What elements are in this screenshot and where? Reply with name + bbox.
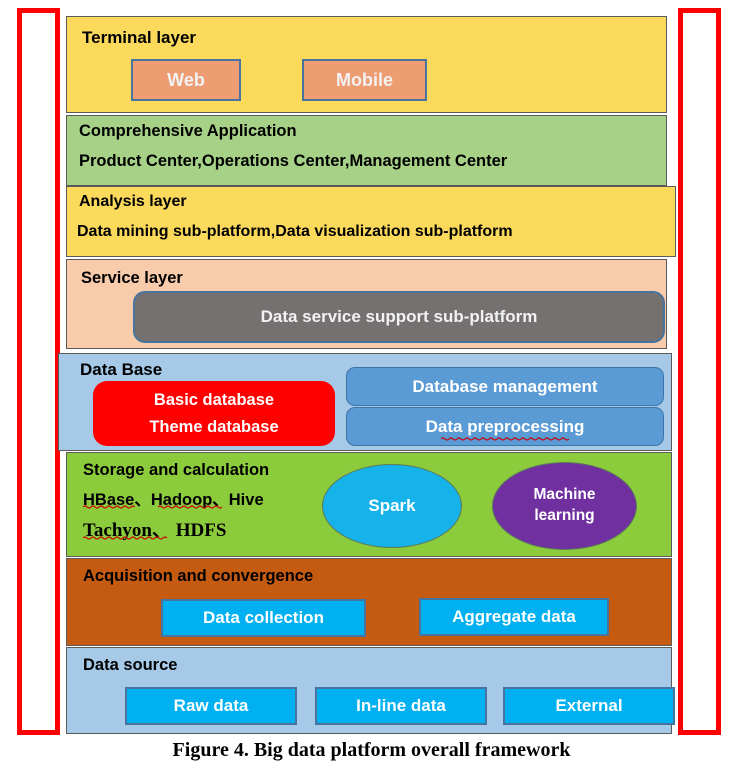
node-database-management[interactable]: Database management [346, 367, 664, 406]
storage-tech-line-1: HBase、Hadoop、Hive [83, 486, 264, 510]
spellcheck-squiggle-icon [83, 505, 135, 509]
node-basic-database-label: Basic database [153, 390, 275, 409]
node-basic-theme-database[interactable]: Basic database Theme database [93, 381, 335, 446]
layer-acquisition-title: Acquisition and convergence [83, 567, 314, 585]
spellcheck-squiggle-icon [441, 437, 569, 441]
spellcheck-squiggle-icon [158, 505, 223, 509]
left-highlight-rectangle [17, 8, 60, 735]
layer-terminal: Terminal layer Web Mobile [66, 16, 667, 113]
layer-storage-title: Storage and calculation [83, 461, 270, 479]
node-data-preprocessing-label: Data preprocessing [425, 416, 585, 436]
layer-service: Service layer Data service support sub-p… [66, 259, 667, 349]
node-spark[interactable]: Spark [322, 464, 462, 548]
node-machine-learning-label-line2: learning [534, 507, 595, 524]
node-machine-learning[interactable]: Machine learning [492, 462, 637, 550]
layer-comprehensive-subtitle: Product Center,Operations Center,Managem… [79, 152, 508, 170]
node-data-preprocessing[interactable]: Data preprocessing [346, 407, 664, 446]
node-in-line-data[interactable]: In-line data [315, 687, 487, 725]
node-raw-data[interactable]: Raw data [125, 687, 297, 725]
layer-analysis-subtitle: Data mining sub-platform,Data visualizat… [77, 223, 513, 240]
node-external[interactable]: External [503, 687, 675, 725]
node-machine-learning-label-line1: Machine [533, 486, 596, 504]
node-theme-database-label: Theme database [149, 417, 279, 436]
spellcheck-squiggle-icon [83, 536, 168, 540]
node-data-service-support-sub-platform[interactable]: Data service support sub-platform [133, 291, 665, 343]
node-web[interactable]: Web [131, 59, 241, 101]
layer-storage-and-calculation: Storage and calculation HBase、Hadoop、Hiv… [66, 452, 672, 557]
layer-data-base: Data Base Basic database Theme database … [58, 353, 672, 451]
layer-analysis: Analysis layer Data mining sub-platform,… [66, 186, 676, 257]
node-data-collection[interactable]: Data collection [161, 599, 366, 637]
layer-analysis-title: Analysis layer [79, 193, 187, 210]
node-mobile[interactable]: Mobile [302, 59, 427, 101]
layer-comprehensive-application: Comprehensive Application Product Center… [66, 115, 667, 186]
layer-service-title: Service layer [81, 269, 183, 287]
big-data-platform-framework-figure: Terminal layer Web Mobile Comprehensive … [0, 0, 743, 775]
layer-terminal-title: Terminal layer [82, 28, 197, 47]
layer-data-base-title: Data Base [80, 360, 163, 379]
layer-acquisition-and-convergence: Acquisition and convergence Data collect… [66, 558, 672, 646]
right-highlight-rectangle [678, 8, 721, 735]
figure-caption: Figure 4. Big data platform overall fram… [172, 739, 571, 761]
storage-tech-line-2: Tachyon、 HDFS [83, 515, 226, 542]
layer-data-source: Data source Raw data In-line data Extern… [66, 647, 675, 734]
layer-data-source-title: Data source [83, 656, 178, 674]
node-aggregate-data[interactable]: Aggregate data [419, 598, 609, 636]
layer-comprehensive-title: Comprehensive Application [79, 122, 297, 140]
